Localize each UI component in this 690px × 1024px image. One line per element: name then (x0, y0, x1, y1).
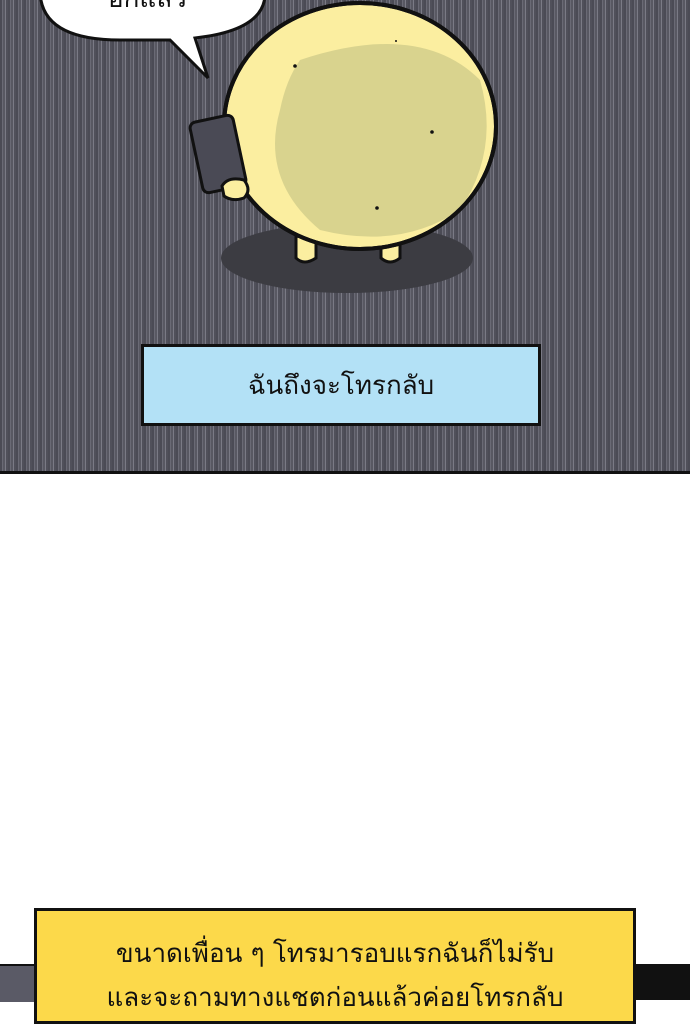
caption-box-top: ฉันถึงจะโทรกลับ (141, 344, 541, 426)
caption-box-bottom: ขนาดเพื่อน ๆ โทรมารอบแรกฉันก็ไม่รับ และจ… (34, 908, 636, 1024)
caption-text: ฉันถึงจะโทรกลับ (247, 370, 435, 401)
caption-line-2: และจะถามทางแชตก่อนแล้วค่อยโทรกลับ (106, 983, 564, 1013)
next-panel-edge-right (634, 964, 690, 1000)
comic-panel-top: อีกแล้ว ฉันถึงจะโทรกลับ (0, 0, 690, 474)
next-panel-edge-left (0, 964, 36, 1002)
caption-line-1: ขนาดเพื่อน ๆ โทรมารอบแรกฉันก็ไม่รับ (115, 939, 555, 969)
